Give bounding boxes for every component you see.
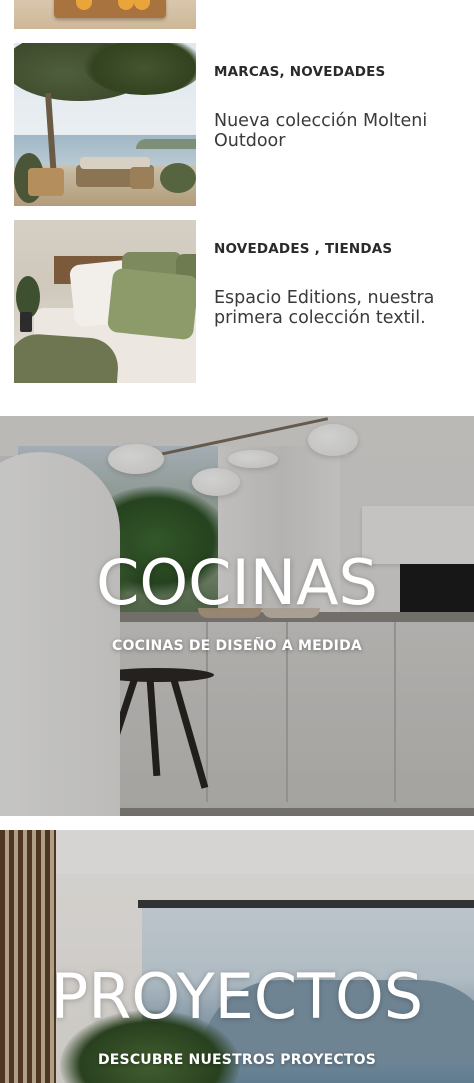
image-overlay [0,830,474,1083]
planter-shape [28,168,64,196]
article-categories[interactable]: NOVEDADES , TIENDAS [214,241,464,257]
projects-heading: PROYECTOS [50,960,424,1033]
kitchens-heading: COCINAS [96,546,378,619]
previous-article-image[interactable] [14,0,196,29]
kitchens-subheading: COCINAS DE DISEÑO A MEDIDA [112,638,362,654]
article-categories[interactable]: MARCAS, NOVEDADES [214,64,464,80]
article-image-outdoor[interactable] [14,43,196,206]
article-text: NOVEDADES , TIENDAS Espacio Editions, nu… [214,220,464,328]
kitchens-banner[interactable]: COCINAS COCINAS DE DISEÑO A MEDIDA [0,416,474,816]
outdoor-chair-shape [130,167,154,189]
pillow-shape [106,267,196,341]
bush-shape [160,163,196,193]
article-title[interactable]: Nueva colección Molteni Outdoor [214,111,464,151]
projects-banner[interactable]: PROYECTOS DESCUBRE NUESTROS PROYECTOS [0,830,474,1083]
article-image-bedroom[interactable] [14,220,196,383]
article-title[interactable]: Espacio Editions, nuestra primera colecc… [214,288,464,328]
hill-shape [136,139,196,149]
article-text: MARCAS, NOVEDADES Nueva colección Molten… [214,43,464,151]
article-card: MARCAS, NOVEDADES Nueva colección Molten… [14,43,474,206]
article-card: NOVEDADES , TIENDAS Espacio Editions, nu… [14,220,474,383]
vase-shape [20,312,32,332]
projects-subheading: DESCUBRE NUESTROS PROYECTOS [97,1052,377,1068]
